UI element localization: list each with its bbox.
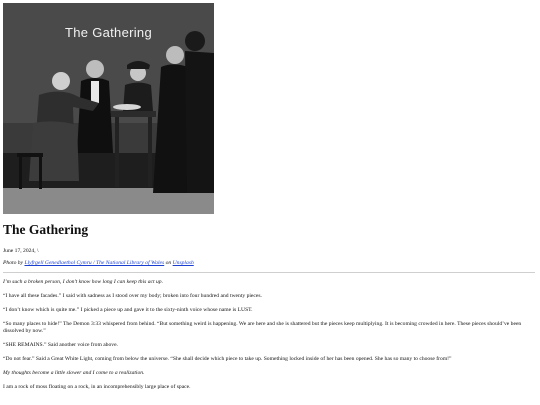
photo-credit: Photo by Llyfrgell Genedlaethol Cymru / … xyxy=(3,260,535,266)
body-paragraph: “I don’t know which is quite me.” I pick… xyxy=(3,306,253,313)
credit-prefix: Photo by xyxy=(3,260,24,266)
body-paragraph: “So many places to hide!” The Demon 3:33… xyxy=(3,320,522,335)
post-content: The Gathering June 17, 2024, \ Photo by … xyxy=(3,222,535,398)
body-paragraph: I am a rock of moss floating on a rock, … xyxy=(3,383,191,390)
body-paragraph: “I have all these facades.” I said with … xyxy=(3,292,262,299)
post-body: I’m such a broken person, I don’t know h… xyxy=(3,279,535,391)
body-paragraph: My thoughts become a little slower and I… xyxy=(3,369,145,376)
body-paragraph: “Do not fear.” Said a Great White Light,… xyxy=(3,355,452,362)
credit-middle: on xyxy=(165,260,172,266)
credit-source-link[interactable]: Unsplash xyxy=(173,260,194,266)
post-title: The Gathering xyxy=(3,222,89,237)
post-date: June 17, 2024, \ xyxy=(3,248,39,254)
body-paragraph: “SHE REMAINS.” Said another voice from a… xyxy=(3,342,118,349)
hero-title: The Gathering xyxy=(64,25,152,40)
body-paragraph: I’m such a broken person, I don’t know h… xyxy=(3,279,163,285)
divider xyxy=(3,272,535,273)
hero-image: The Gathering xyxy=(3,3,214,214)
credit-author-link[interactable]: Llyfrgell Genedlaethol Cymru / The Natio… xyxy=(24,260,164,266)
